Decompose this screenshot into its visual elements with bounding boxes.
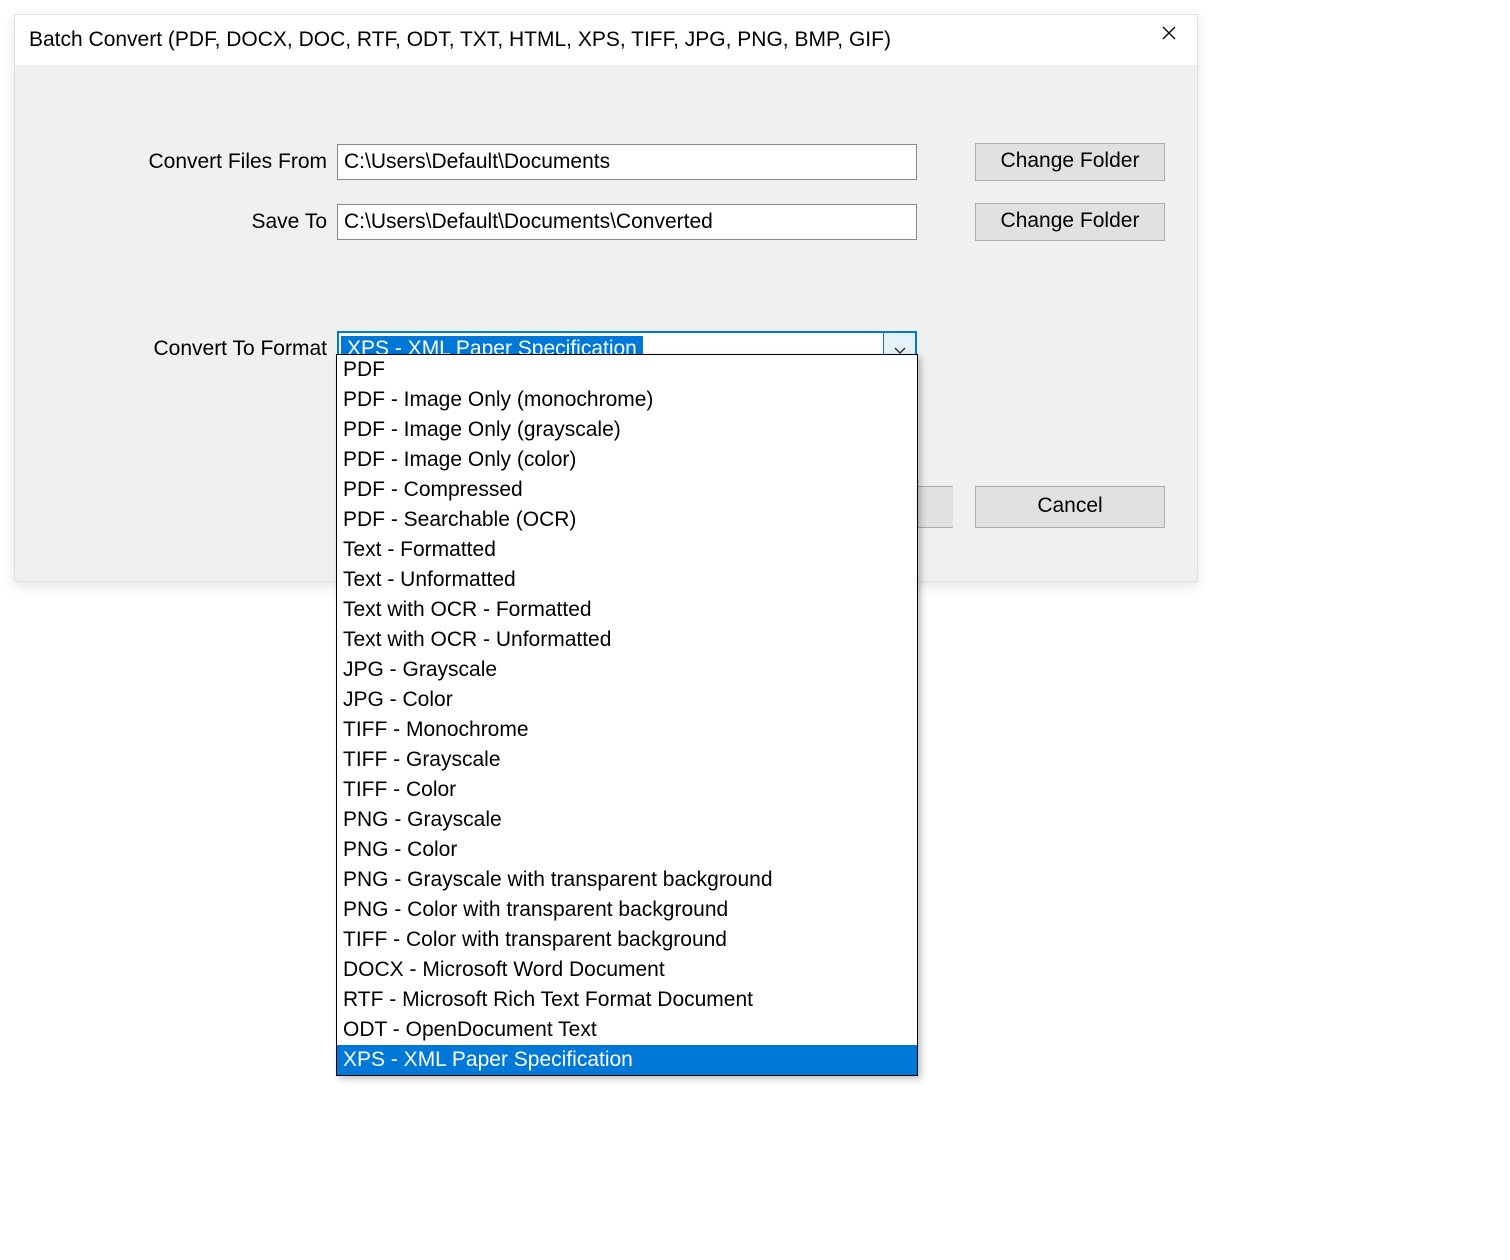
input-convert-from[interactable] [337, 144, 917, 180]
change-folder-to-button[interactable]: Change Folder [975, 203, 1165, 241]
format-option[interactable]: PNG - Color [337, 835, 917, 865]
format-option[interactable]: PDF - Searchable (OCR) [337, 505, 917, 535]
format-option[interactable]: RTF - Microsoft Rich Text Format Documen… [337, 985, 917, 1015]
format-option[interactable]: DOCX - Microsoft Word Document [337, 955, 917, 985]
row-convert-from: Convert Files From Change Folder [15, 143, 1197, 181]
titlebar: Batch Convert (PDF, DOCX, DOC, RTF, ODT,… [15, 15, 1197, 65]
format-option[interactable]: PDF - Image Only (monochrome) [337, 385, 917, 415]
format-option[interactable]: PNG - Grayscale [337, 805, 917, 835]
format-dropdown-list[interactable]: PDFPDF - Image Only (monochrome)PDF - Im… [336, 354, 918, 1076]
format-option[interactable]: TIFF - Color [337, 775, 917, 805]
label-convert-to-format: Convert To Format [15, 337, 337, 361]
format-option[interactable]: Text with OCR - Unformatted [337, 625, 917, 655]
close-button[interactable] [1141, 15, 1197, 55]
format-option[interactable]: PDF [337, 355, 917, 385]
format-option[interactable]: Text with OCR - Formatted [337, 595, 917, 625]
format-option[interactable]: TIFF - Color with transparent background [337, 925, 917, 955]
format-option[interactable]: TIFF - Monochrome [337, 715, 917, 745]
format-option[interactable]: PDF - Image Only (color) [337, 445, 917, 475]
change-folder-from-button[interactable]: Change Folder [975, 143, 1165, 181]
format-option[interactable]: ODT - OpenDocument Text [337, 1015, 917, 1045]
format-option[interactable]: TIFF - Grayscale [337, 745, 917, 775]
format-option[interactable]: JPG - Color [337, 685, 917, 715]
format-option[interactable]: JPG - Grayscale [337, 655, 917, 685]
format-option[interactable]: PNG - Color with transparent background [337, 895, 917, 925]
format-option[interactable]: PNG - Grayscale with transparent backgro… [337, 865, 917, 895]
input-save-to[interactable] [337, 204, 917, 240]
format-option[interactable]: Text - Unformatted [337, 565, 917, 595]
cancel-button[interactable]: Cancel [975, 486, 1165, 528]
format-option[interactable]: Text - Formatted [337, 535, 917, 565]
close-icon [1161, 24, 1177, 47]
format-option[interactable]: XPS - XML Paper Specification [337, 1045, 917, 1075]
format-option[interactable]: PDF - Image Only (grayscale) [337, 415, 917, 445]
format-option[interactable]: PDF - Compressed [337, 475, 917, 505]
dialog-title: Batch Convert (PDF, DOCX, DOC, RTF, ODT,… [29, 28, 891, 52]
label-save-to: Save To [15, 210, 337, 234]
row-save-to: Save To Change Folder [15, 203, 1197, 241]
label-convert-from: Convert Files From [15, 150, 337, 174]
